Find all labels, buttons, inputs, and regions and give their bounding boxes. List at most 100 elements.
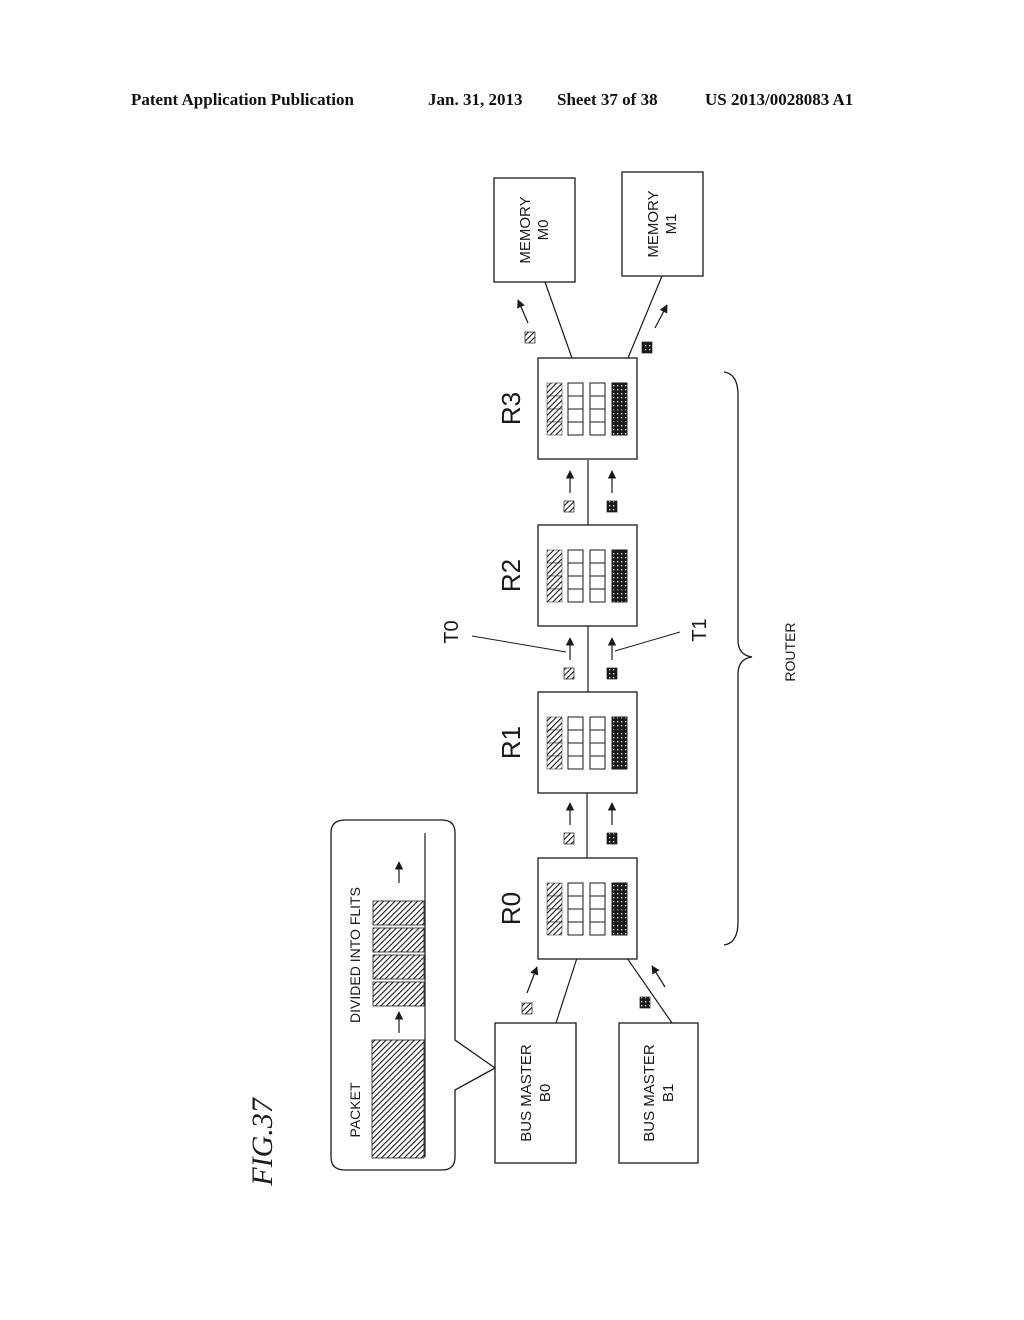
buffer-column-empty [567, 882, 584, 936]
packet-callout: PACKET DIVIDED INTO FLITS [330, 819, 497, 1171]
buffer-slot [589, 588, 606, 603]
buffer-slot [546, 882, 563, 897]
buffer-slot [546, 549, 563, 564]
packet-label: PACKET [347, 1082, 363, 1137]
router-group-brace: ROUTER [723, 371, 798, 946]
buffer-column-empty [589, 549, 606, 603]
figure-label: FIG.37 [246, 1096, 279, 1186]
memory-m1-label: MEMORY [645, 190, 662, 257]
t1-leader [614, 631, 681, 652]
buffer-slot [567, 575, 584, 590]
flit-t0-r0-r1 [563, 832, 575, 845]
buffer-slot [567, 882, 584, 897]
buffer-slot [589, 421, 606, 436]
buffer-slot [567, 562, 584, 577]
buffer-slot [611, 588, 628, 603]
buffer-column-hatched [546, 549, 563, 603]
buffer-slot [611, 408, 628, 423]
flit-t1-b1-r0 [639, 996, 651, 1009]
buffer-column-dotted [611, 882, 628, 936]
arrow-t1-r3-m1 [654, 304, 668, 329]
buffer-slot [546, 575, 563, 590]
buffer-slot [611, 549, 628, 564]
buffer-slot [589, 549, 606, 564]
buffer-slot [589, 755, 606, 770]
router-r2: R2 [496, 524, 638, 627]
buffer-slot [546, 755, 563, 770]
flit-t0-r3-m0 [524, 331, 536, 344]
buffer-slot [589, 408, 606, 423]
flit-t0-b0-r0 [521, 1002, 533, 1015]
buffer-slot [589, 382, 606, 397]
flit-t0-r1-r2 [563, 667, 575, 680]
buffer-slot [546, 421, 563, 436]
buffer-column-empty [589, 382, 606, 436]
buffer-slot [611, 882, 628, 897]
buffer-slot [611, 562, 628, 577]
memory-m0-label: MEMORY [517, 196, 534, 263]
brace-icon [723, 371, 753, 946]
t0-label: T0 [441, 620, 463, 643]
bus-master-b1-id: B1 [660, 1084, 677, 1102]
buffer-column-hatched [546, 882, 563, 936]
buffer-slot [589, 729, 606, 744]
buffer-column-dotted [611, 382, 628, 436]
memory-m1: MEMORY M1 [621, 171, 704, 277]
buffer-slot [611, 755, 628, 770]
buffer-slot [611, 382, 628, 397]
buffer-column-empty [567, 716, 584, 770]
buffer-slot [546, 382, 563, 397]
buffer-slot [567, 421, 584, 436]
router-r0: R0 [496, 857, 638, 960]
packet-block [371, 1039, 425, 1159]
router-r1: R1 [496, 691, 638, 794]
flit-block [372, 981, 425, 1007]
memory-m0-id: M0 [535, 220, 552, 241]
link-b0-r0 [555, 957, 578, 1024]
buffer-slot [611, 742, 628, 757]
buffer-slot [546, 742, 563, 757]
flits-label: DIVIDED INTO FLITS [347, 887, 363, 1023]
buffer-column-hatched [546, 382, 563, 436]
buffer-slot [567, 395, 584, 410]
router-label: R3 [496, 392, 526, 425]
buffer-slot [546, 908, 563, 923]
buffer-slot [611, 908, 628, 923]
buffer-slot [589, 742, 606, 757]
buffer-slot [611, 716, 628, 731]
bus-master-b0-id: B0 [537, 1084, 554, 1102]
buffer-slot [567, 908, 584, 923]
arrow-t0-b0-r0 [526, 966, 539, 994]
buffer-slot [611, 921, 628, 936]
buffer-slot [546, 729, 563, 744]
buffer-slot [589, 395, 606, 410]
flit-block [372, 900, 425, 926]
buffer-column-hatched [546, 716, 563, 770]
bus-master-b0-label: BUS MASTER [518, 1044, 535, 1142]
buffer-slot [589, 908, 606, 923]
arrow-t1-b1-r0 [651, 965, 666, 988]
buffer-slot [567, 716, 584, 731]
buffer-slot [611, 575, 628, 590]
buffer-slot [611, 395, 628, 410]
buffer-slot [567, 588, 584, 603]
buffer-slot [546, 895, 563, 910]
router-r3: R3 [496, 357, 638, 460]
buffer-slot [567, 921, 584, 936]
router-label: R0 [496, 892, 526, 925]
buffer-column-empty [589, 882, 606, 936]
buffer-slot [611, 895, 628, 910]
buffer-slot [589, 895, 606, 910]
buffer-column-dotted [611, 716, 628, 770]
bus-master-b0: BUS MASTER B0 [494, 1022, 577, 1164]
flit-t1-r2-r3 [606, 500, 618, 513]
buffer-slot [589, 562, 606, 577]
buffer-slot [546, 716, 563, 731]
buffer-slot [611, 729, 628, 744]
flit-t1-r0-r1 [606, 832, 618, 845]
flit-block [372, 927, 425, 953]
t0-leader [471, 635, 567, 653]
buffer-slot [589, 575, 606, 590]
buffer-slot [546, 395, 563, 410]
buffer-slot [567, 729, 584, 744]
